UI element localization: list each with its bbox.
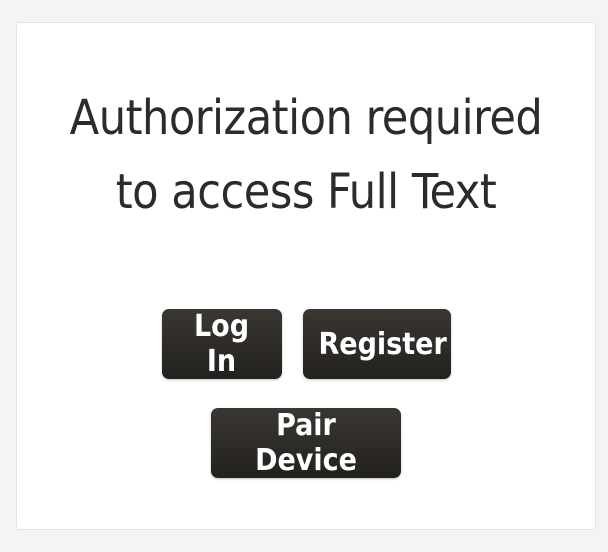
auth-card: Authorization required to access Full Te… [16, 22, 596, 530]
pair-device-button[interactable]: Pair Device [211, 408, 401, 478]
pair-button-row: Pair Device [17, 408, 595, 478]
login-button[interactable]: Log In [161, 309, 282, 379]
page-title: Authorization required to access Full Te… [17, 81, 595, 229]
title-line-2: to access Full Text [115, 164, 497, 220]
title-line-1: Authorization required [69, 90, 543, 146]
auth-button-row: Log In Register [17, 309, 595, 379]
register-button[interactable]: Register [302, 309, 451, 379]
